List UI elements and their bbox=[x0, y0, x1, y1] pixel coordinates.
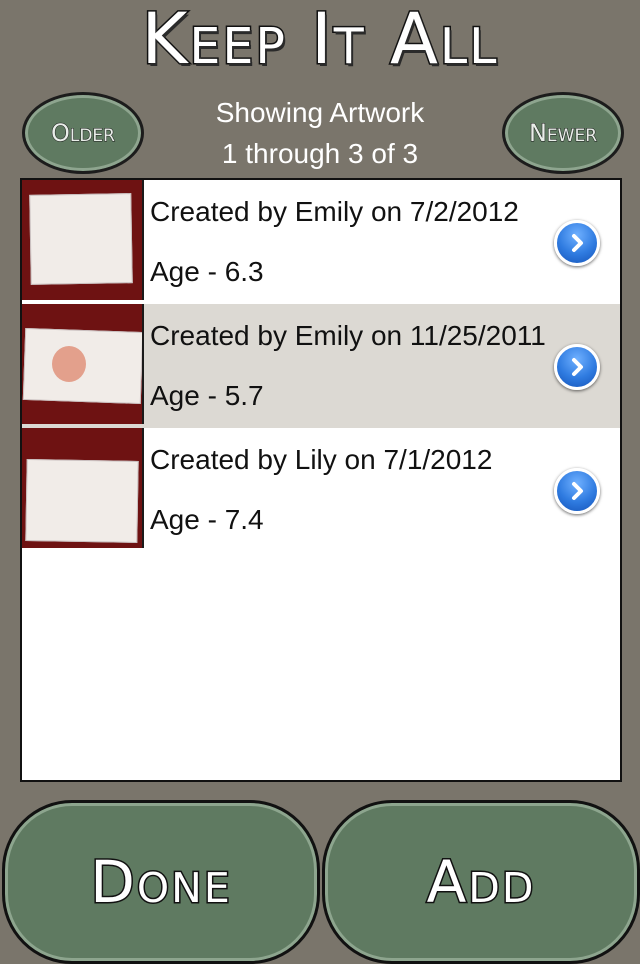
newer-button[interactable]: Newer bbox=[502, 92, 624, 174]
chevron-right-icon[interactable] bbox=[554, 344, 600, 390]
list-item[interactable]: Created by Emily on 7/2/2012 Age - 6.3 bbox=[22, 180, 620, 305]
item-age: Age - 6.3 bbox=[150, 256, 264, 287]
item-title: Created by Emily on 11/25/2011 bbox=[150, 320, 546, 351]
item-title: Created by Lily on 7/1/2012 bbox=[150, 444, 493, 475]
add-button[interactable]: Add bbox=[322, 800, 640, 964]
artwork-thumbnail bbox=[22, 428, 144, 548]
list-item[interactable]: Created by Emily on 11/25/2011 Age - 5.7 bbox=[22, 304, 620, 429]
artwork-list[interactable]: Created by Emily on 7/2/2012 Age - 6.3 C… bbox=[20, 178, 622, 782]
empty-row bbox=[22, 552, 620, 677]
list-item[interactable]: Created by Lily on 7/1/2012 Age - 7.4 bbox=[22, 428, 620, 553]
done-button[interactable]: Done bbox=[2, 800, 320, 964]
empty-row bbox=[22, 676, 620, 780]
chevron-right-icon[interactable] bbox=[554, 220, 600, 266]
item-age: Age - 7.4 bbox=[150, 504, 264, 535]
item-age: Age - 5.7 bbox=[150, 380, 264, 411]
chevron-right-icon[interactable] bbox=[554, 468, 600, 514]
artwork-thumbnail bbox=[22, 180, 144, 300]
app-title: Keep It All bbox=[140, 0, 499, 80]
artwork-thumbnail bbox=[22, 304, 144, 424]
item-title: Created by Emily on 7/2/2012 bbox=[150, 196, 519, 227]
showing-line2: 1 through 3 of 3 bbox=[221, 138, 419, 169]
older-button[interactable]: Older bbox=[22, 92, 144, 174]
showing-range-label: Showing Artwork 1 through 3 of 3 bbox=[150, 92, 490, 174]
showing-line1: Showing Artwork bbox=[215, 97, 425, 128]
